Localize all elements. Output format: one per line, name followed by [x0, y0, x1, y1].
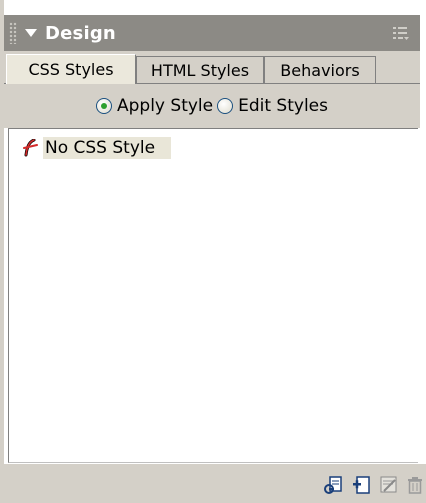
attach-stylesheet-icon[interactable] [322, 474, 344, 496]
tab-css-styles[interactable]: CSS Styles [6, 54, 136, 84]
style-name: No CSS Style [43, 137, 172, 159]
tab-behaviors[interactable]: Behaviors [264, 56, 376, 84]
style-mode-row: Apply Style Edit Styles [4, 84, 420, 128]
panel-footer [4, 464, 426, 503]
edit-styles-radio[interactable] [217, 98, 234, 114]
design-panel: Design CSS Styles HTML Styles Behaviors … [0, 0, 426, 503]
tab-html-styles[interactable]: HTML Styles [136, 56, 264, 84]
edit-styles-option[interactable]: Edit Styles [217, 96, 328, 116]
panel-titlebar[interactable]: Design [4, 15, 420, 51]
panel-title: Design [45, 22, 116, 44]
edit-style-icon[interactable] [378, 474, 400, 496]
radio-selected-dot [101, 103, 107, 109]
panel-options-icon[interactable] [392, 25, 410, 41]
no-style-icon [23, 139, 38, 157]
styles-list[interactable]: No CSS Style [8, 128, 418, 463]
list-item[interactable]: No CSS Style [23, 137, 172, 159]
tab-strip: CSS Styles HTML Styles Behaviors [4, 51, 420, 84]
collapse-arrow-icon[interactable] [25, 29, 37, 37]
new-style-icon[interactable] [351, 474, 373, 496]
apply-style-option[interactable]: Apply Style [96, 96, 213, 116]
apply-style-label: Apply Style [117, 96, 214, 116]
gripper-icon[interactable] [9, 22, 17, 44]
edit-styles-label: Edit Styles [238, 96, 328, 116]
trash-icon[interactable] [404, 474, 426, 496]
apply-style-radio[interactable] [96, 98, 112, 114]
